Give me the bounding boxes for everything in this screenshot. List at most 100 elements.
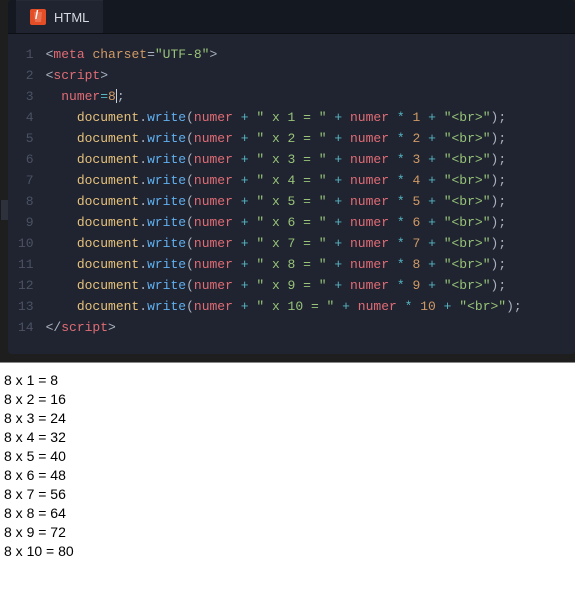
output-line: 8 x 8 = 64 — [4, 504, 571, 523]
code-token: write — [147, 110, 186, 125]
code-token: + — [241, 152, 249, 167]
output-line: 8 x 10 = 80 — [4, 542, 571, 561]
code-token: numer — [350, 131, 389, 146]
code-token: document — [77, 257, 139, 272]
code-token — [342, 278, 350, 293]
code-line[interactable]: <script> — [46, 65, 522, 86]
code-token — [420, 194, 428, 209]
code-token: + — [241, 299, 249, 314]
code-token — [233, 131, 241, 146]
code-token — [389, 110, 397, 125]
code-token — [389, 257, 397, 272]
code-token: "<br>" — [444, 152, 491, 167]
code-token: ( — [186, 152, 194, 167]
code-token: + — [241, 236, 249, 251]
code-line[interactable]: document.write(numer + " x 7 = " + numer… — [46, 233, 522, 254]
code-token: document — [77, 278, 139, 293]
code-token: ); — [491, 215, 507, 230]
code-token: ); — [491, 236, 507, 251]
code-line[interactable]: document.write(numer + " x 8 = " + numer… — [46, 254, 522, 275]
code-token: "<br>" — [444, 236, 491, 251]
code-token: numer — [194, 131, 233, 146]
code-token: " x 8 = " — [256, 257, 326, 272]
code-token: * — [397, 236, 405, 251]
tab-html[interactable]: HTML — [16, 0, 103, 33]
output-line: 8 x 1 = 8 — [4, 371, 571, 390]
code-token — [233, 215, 241, 230]
code-content[interactable]: <meta charset="UTF-8"><script> numer=8; … — [46, 44, 522, 338]
code-line[interactable]: document.write(numer + " x 10 = " + nume… — [46, 296, 522, 317]
output-preview: 8 x 1 = 88 x 2 = 168 x 3 = 248 x 4 = 328… — [0, 362, 575, 610]
code-token — [342, 236, 350, 251]
code-line[interactable]: document.write(numer + " x 3 = " + numer… — [46, 149, 522, 170]
code-token: "<br>" — [444, 257, 491, 272]
code-token — [436, 278, 444, 293]
code-token: document — [77, 173, 139, 188]
code-line[interactable]: document.write(numer + " x 6 = " + numer… — [46, 212, 522, 233]
code-line[interactable]: <meta charset="UTF-8"> — [46, 44, 522, 65]
code-token: document — [77, 152, 139, 167]
code-token: numer — [350, 152, 389, 167]
code-token: script — [53, 68, 100, 83]
code-token: ( — [186, 299, 194, 314]
code-token: document — [77, 131, 139, 146]
code-token: write — [147, 173, 186, 188]
code-token — [350, 299, 358, 314]
code-token: ); — [491, 131, 507, 146]
code-token: "<br>" — [444, 131, 491, 146]
code-token: ( — [186, 236, 194, 251]
code-token: ( — [186, 194, 194, 209]
code-token: . — [139, 236, 147, 251]
code-token — [420, 110, 428, 125]
code-token: ); — [491, 110, 507, 125]
code-token: numer — [194, 299, 233, 314]
code-token: + — [241, 257, 249, 272]
line-number-gutter: 1 2 3 4 5 6 7 8 9 10 11 12 13 14 — [8, 44, 46, 338]
code-token: + — [428, 173, 436, 188]
output-line: 8 x 7 = 56 — [4, 485, 571, 504]
code-token — [420, 131, 428, 146]
code-token: " x 6 = " — [256, 215, 326, 230]
code-token: " x 2 = " — [256, 131, 326, 146]
code-token: . — [139, 299, 147, 314]
code-token — [46, 152, 77, 167]
output-line: 8 x 5 = 40 — [4, 447, 571, 466]
code-token: numer — [194, 194, 233, 209]
code-token: document — [77, 215, 139, 230]
code-token: numer — [350, 173, 389, 188]
code-line[interactable]: document.write(numer + " x 4 = " + numer… — [46, 170, 522, 191]
code-token — [436, 152, 444, 167]
code-token: write — [147, 194, 186, 209]
code-token — [46, 299, 77, 314]
code-token: * — [397, 215, 405, 230]
code-line[interactable]: numer=8; — [46, 86, 522, 107]
code-token: ; — [117, 89, 125, 104]
code-area[interactable]: 1 2 3 4 5 6 7 8 9 10 11 12 13 14 <meta c… — [8, 34, 575, 354]
code-token: numer — [350, 236, 389, 251]
code-line[interactable]: document.write(numer + " x 5 = " + numer… — [46, 191, 522, 212]
code-token: " x 10 = " — [256, 299, 334, 314]
code-token: document — [77, 194, 139, 209]
code-token: 10 — [420, 299, 436, 314]
code-line[interactable]: document.write(numer + " x 1 = " + numer… — [46, 107, 522, 128]
code-token: * — [397, 110, 405, 125]
code-token — [420, 236, 428, 251]
code-token — [233, 257, 241, 272]
code-token: "<br>" — [444, 215, 491, 230]
code-token: write — [147, 215, 186, 230]
code-token — [389, 173, 397, 188]
code-token — [342, 152, 350, 167]
code-token: + — [428, 236, 436, 251]
code-line[interactable]: document.write(numer + " x 2 = " + numer… — [46, 128, 522, 149]
code-token: ); — [491, 257, 507, 272]
code-line[interactable]: </script> — [46, 317, 522, 338]
code-token: numer — [194, 152, 233, 167]
code-token: numer — [194, 173, 233, 188]
code-token — [342, 215, 350, 230]
code-token — [436, 131, 444, 146]
code-token — [436, 257, 444, 272]
code-token — [436, 173, 444, 188]
output-line: 8 x 3 = 24 — [4, 409, 571, 428]
code-token: </ — [46, 320, 62, 335]
code-line[interactable]: document.write(numer + " x 9 = " + numer… — [46, 275, 522, 296]
